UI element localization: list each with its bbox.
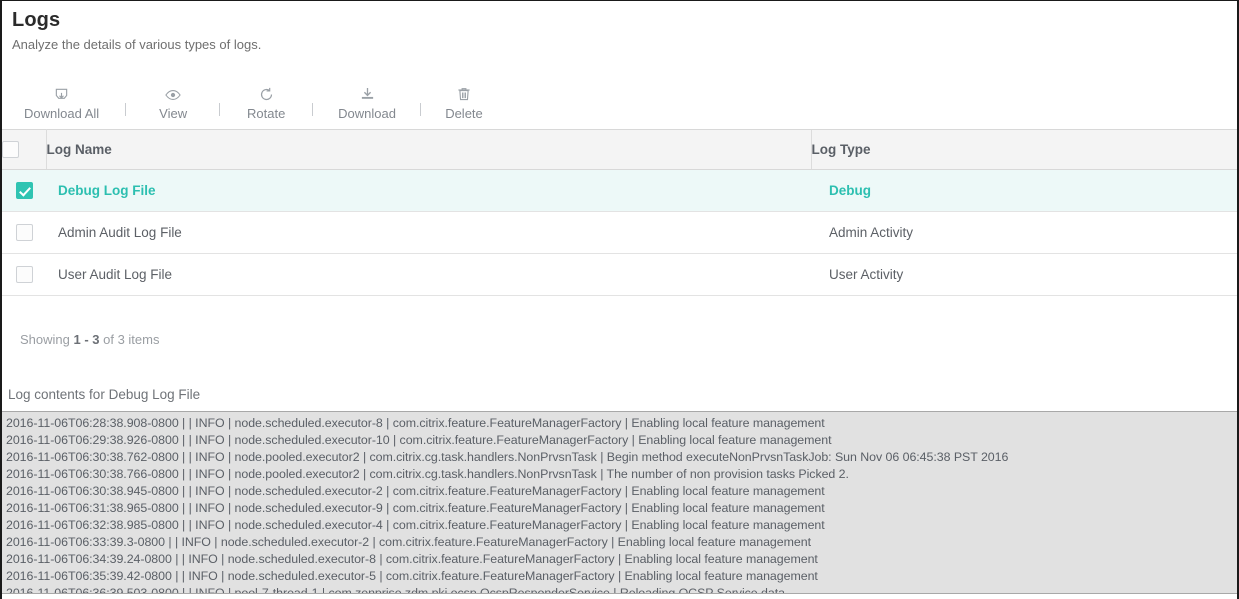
- page-subtitle: Analyze the details of various types of …: [12, 37, 1237, 53]
- rotate-label: Rotate: [247, 106, 285, 121]
- logs-page: Logs Analyze the details of various type…: [0, 0, 1239, 599]
- row-checkbox[interactable]: [16, 182, 33, 199]
- page-header: Logs Analyze the details of various type…: [2, 1, 1237, 53]
- toolbar: Download All View Rotate: [2, 73, 1237, 121]
- log-contents-label: Log contents for Debug Log File: [2, 347, 1237, 403]
- table-header-row: Log Name Log Type: [2, 130, 1239, 170]
- log-line: 2016-11-06T06:32:38.985-0800 | | INFO | …: [6, 517, 1237, 534]
- cell-log-name[interactable]: User Audit Log File: [46, 254, 811, 296]
- row-select-cell: [2, 170, 46, 212]
- eye-icon: [165, 85, 181, 104]
- log-contents-panel[interactable]: 2016-11-06T06:28:38.908-0800 | | INFO | …: [2, 411, 1237, 594]
- view-label: View: [159, 106, 187, 121]
- download-button[interactable]: Download: [338, 85, 396, 121]
- log-line: 2016-11-06T06:30:38.945-0800 | | INFO | …: [6, 483, 1237, 500]
- log-line: 2016-11-06T06:31:38.965-0800 | | INFO | …: [6, 500, 1237, 517]
- row-checkbox[interactable]: [16, 224, 33, 241]
- cell-log-name[interactable]: Admin Audit Log File: [46, 212, 811, 254]
- pagination-range: 1 - 3: [73, 332, 99, 347]
- cell-log-type: User Activity: [811, 254, 1239, 296]
- download-all-button[interactable]: Download All: [24, 85, 99, 121]
- pagination-suffix: of 3 items: [100, 332, 160, 347]
- toolbar-separator: [219, 103, 220, 116]
- cell-log-name[interactable]: Debug Log File: [46, 170, 811, 212]
- rotate-icon: [259, 85, 274, 104]
- table-row[interactable]: Admin Audit Log File Admin Activity: [2, 212, 1239, 254]
- download-all-label: Download All: [24, 106, 99, 121]
- log-line: 2016-11-06T06:30:38.766-0800 | | INFO | …: [6, 466, 1237, 483]
- toolbar-separator: [312, 103, 313, 116]
- delete-label: Delete: [445, 106, 483, 121]
- pagination-prefix: Showing: [20, 332, 73, 347]
- row-select-cell: [2, 254, 46, 296]
- log-line: 2016-11-06T06:34:39.24-0800 | | INFO | n…: [6, 551, 1237, 568]
- trash-icon: [457, 85, 471, 104]
- log-line: 2016-11-06T06:35:39.42-0800 | | INFO | n…: [6, 568, 1237, 585]
- table-row[interactable]: Debug Log File Debug: [2, 170, 1239, 212]
- cell-log-type: Admin Activity: [811, 212, 1239, 254]
- row-select-cell: [2, 212, 46, 254]
- view-button[interactable]: View: [153, 85, 193, 121]
- pagination-summary: Showing 1 - 3 of 3 items: [2, 296, 1237, 347]
- log-line: 2016-11-06T06:28:38.908-0800 | | INFO | …: [6, 415, 1237, 432]
- delete-button[interactable]: Delete: [444, 85, 484, 121]
- toolbar-separator: [125, 103, 126, 116]
- log-line: 2016-11-06T06:36:39.503-0800 | | INFO | …: [6, 585, 1237, 594]
- column-header-log-type[interactable]: Log Type: [811, 130, 1239, 170]
- page-title: Logs: [12, 9, 1237, 31]
- download-all-icon: [54, 85, 69, 104]
- download-icon: [360, 85, 375, 104]
- logs-table: Log Name Log Type Debug Log File Debug A…: [2, 129, 1239, 296]
- download-label: Download: [338, 106, 396, 121]
- table-body: Debug Log File Debug Admin Audit Log Fil…: [2, 170, 1239, 296]
- cell-log-type: Debug: [811, 170, 1239, 212]
- log-line: 2016-11-06T06:30:38.762-0800 | | INFO | …: [6, 449, 1237, 466]
- select-all-header: [2, 130, 46, 170]
- row-checkbox[interactable]: [16, 266, 33, 283]
- log-line: 2016-11-06T06:29:38.926-0800 | | INFO | …: [6, 432, 1237, 449]
- toolbar-separator: [420, 103, 421, 116]
- rotate-button[interactable]: Rotate: [246, 85, 286, 121]
- table-header: Log Name Log Type: [2, 130, 1239, 170]
- select-all-checkbox[interactable]: [2, 141, 19, 158]
- column-header-log-name[interactable]: Log Name: [46, 130, 811, 170]
- table-row[interactable]: User Audit Log File User Activity: [2, 254, 1239, 296]
- log-line: 2016-11-06T06:33:39.3-0800 | | INFO | no…: [6, 534, 1237, 551]
